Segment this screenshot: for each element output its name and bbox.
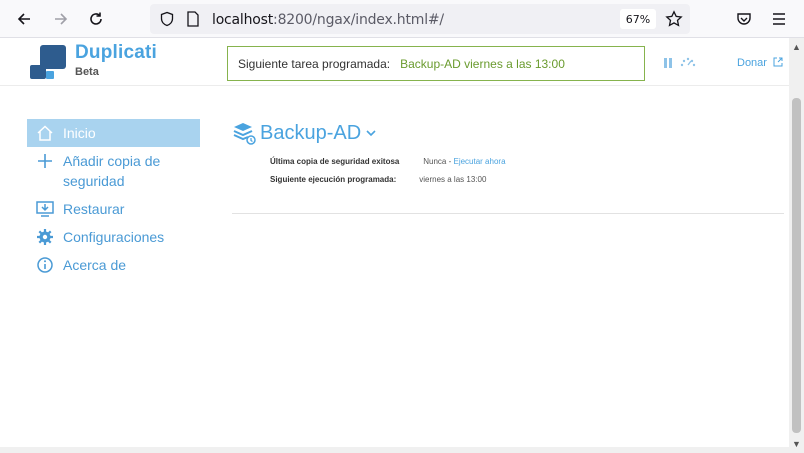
chevron-down-icon[interactable] [365, 128, 377, 138]
donate-label: Donar [737, 57, 767, 69]
scroll-down-arrow-icon[interactable]: ▼ [792, 439, 801, 449]
donate-link[interactable]: Donar [737, 57, 783, 69]
external-link-icon [773, 57, 783, 67]
url-text[interactable]: localhost:8200/ngax/index.html#/ [212, 12, 444, 28]
url-path: :8200/ngax/index.html#/ [273, 12, 444, 28]
forward-button[interactable] [49, 7, 73, 31]
horizontal-scroll-strip [0, 447, 789, 453]
next-task-label: Siguiente tarea programada: [238, 56, 391, 71]
database-backup-icon [233, 123, 256, 145]
address-bar[interactable]: localhost:8200/ngax/index.html#/ 67% [150, 4, 690, 34]
zoom-level-badge[interactable]: 67% [620, 9, 656, 29]
sidebar-item-restore[interactable]: Restaurar [27, 195, 200, 223]
backup-name[interactable]: Backup-AD [260, 122, 361, 145]
last-success-value: Nunca [423, 157, 447, 166]
back-button[interactable] [12, 7, 36, 31]
reload-icon [90, 12, 102, 25]
throttle-icon[interactable] [679, 55, 697, 69]
browser-toolbar: localhost:8200/ngax/index.html#/ 67% [0, 0, 804, 38]
bookmark-star-icon[interactable] [665, 10, 683, 28]
info-icon [27, 255, 63, 275]
sidebar-item-add-backup[interactable]: Añadir copia de seguridad [27, 147, 200, 195]
sidebar-item-label: Configuraciones [63, 229, 165, 245]
content-divider [232, 213, 784, 214]
duplicati-logo-icon[interactable] [28, 43, 68, 81]
brand-name[interactable]: Duplicati [75, 42, 157, 64]
app-header: Duplicati Beta Siguiente tarea programad… [0, 38, 789, 86]
sidebar-item-label: Inicio [63, 125, 96, 141]
gear-icon [27, 227, 63, 247]
restore-icon [27, 199, 63, 219]
sidebar-item-home[interactable]: Inicio [27, 119, 200, 147]
scroll-up-arrow-icon[interactable]: ▲ [792, 42, 801, 52]
menu-icon[interactable] [772, 12, 786, 26]
backup-header[interactable]: Backup-AD [232, 121, 377, 145]
sidebar-item-label: Acerca de [63, 257, 127, 273]
sidebar-item-settings[interactable]: Configuraciones [27, 223, 200, 251]
shield-icon[interactable] [159, 11, 175, 27]
back-arrow-icon [17, 13, 30, 25]
run-now-link[interactable]: Ejecutar ahora [453, 157, 505, 166]
next-task-value: Backup-AD viernes a las 13:00 [400, 56, 565, 71]
page-scrollbar[interactable]: ▲ ▼ [789, 38, 804, 453]
sidebar-item-about[interactable]: Acerca de [27, 251, 200, 279]
last-success-label: Última copia de seguridad exitosa [270, 157, 400, 166]
plus-icon [27, 151, 63, 171]
pocket-icon[interactable] [736, 11, 752, 27]
forward-arrow-icon [55, 13, 68, 25]
url-host: localhost [212, 12, 274, 28]
home-icon [27, 123, 63, 143]
next-run-row: Siguiente ejecución programada: viernes … [270, 175, 486, 184]
sidebar-nav: Inicio Añadir copia de seguridad Restaur… [27, 119, 200, 279]
brand-subtitle: Beta [75, 66, 99, 78]
scroll-thumb[interactable] [792, 98, 801, 433]
next-scheduled-task: Siguiente tarea programada: Backup-AD vi… [227, 46, 645, 81]
pause-icon[interactable] [662, 57, 674, 69]
sidebar-item-label: Restaurar [63, 201, 125, 217]
reload-button[interactable] [84, 7, 108, 31]
sidebar-item-label: Añadir copia de seguridad [63, 153, 161, 189]
page-icon[interactable] [186, 11, 200, 27]
last-success-row: Última copia de seguridad exitosa Nunca … [270, 157, 506, 166]
next-run-value: viernes a las 13:00 [419, 175, 487, 184]
next-run-label: Siguiente ejecución programada: [270, 175, 397, 184]
